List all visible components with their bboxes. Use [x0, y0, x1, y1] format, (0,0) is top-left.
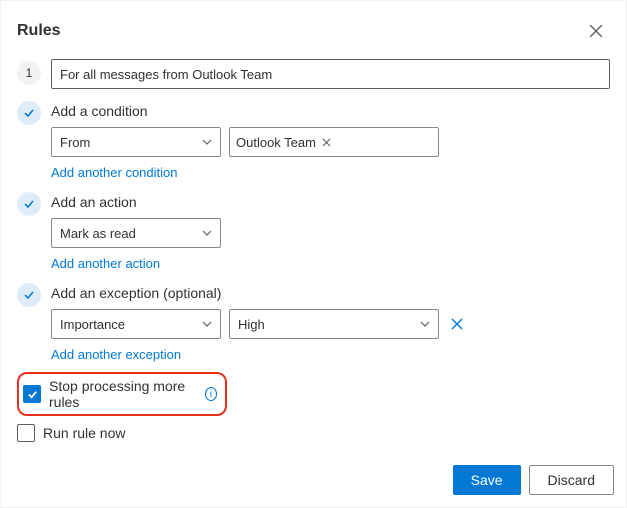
condition-field-value: From — [60, 135, 90, 150]
close-icon — [589, 24, 603, 38]
check-icon — [23, 289, 35, 301]
exception-value-select[interactable]: High — [229, 309, 439, 339]
exception-field-value: Importance — [60, 317, 125, 332]
exception-value: High — [238, 317, 265, 332]
exception-check-badge — [17, 283, 41, 307]
condition-value-input[interactable]: Outlook Team — [229, 127, 439, 157]
dialog-footer: Save Discard — [453, 465, 614, 495]
condition-value-token: Outlook Team — [236, 135, 316, 150]
stop-processing-checkbox[interactable] — [23, 385, 41, 403]
exception-section: Add an exception (optional) Importance H… — [17, 281, 610, 362]
rules-dialog: Rules 1 Add a condition From — [0, 0, 627, 508]
add-condition-link[interactable]: Add another condition — [51, 165, 177, 180]
condition-label: Add a condition — [51, 103, 610, 119]
condition-section: Add a condition From Outlook Team Add an… — [17, 99, 610, 180]
token-remove-button[interactable] — [322, 134, 331, 150]
run-now-label: Run rule now — [43, 425, 126, 441]
close-icon — [451, 318, 463, 330]
rule-name-input[interactable] — [51, 59, 610, 89]
chevron-down-icon — [202, 226, 212, 241]
dialog-body: 1 Add a condition From Outlook Team — [13, 53, 614, 442]
action-section: Add an action Mark as read Add another a… — [17, 190, 610, 271]
chevron-down-icon — [202, 317, 212, 332]
stop-processing-highlight: Stop processing more rules i — [17, 372, 227, 416]
run-now-checkbox[interactable] — [17, 424, 35, 442]
action-field-value: Mark as read — [60, 226, 136, 241]
stop-processing-label: Stop processing more rules — [49, 378, 197, 410]
add-action-link[interactable]: Add another action — [51, 256, 160, 271]
check-icon — [27, 389, 38, 400]
action-field-select[interactable]: Mark as read — [51, 218, 221, 248]
dialog-title: Rules — [17, 22, 61, 40]
condition-field-select[interactable]: From — [51, 127, 221, 157]
condition-check-badge — [17, 101, 41, 125]
action-label: Add an action — [51, 194, 610, 210]
dialog-header: Rules — [13, 17, 614, 53]
action-check-badge — [17, 192, 41, 216]
close-button[interactable] — [582, 17, 610, 45]
chevron-down-icon — [420, 317, 430, 332]
remove-exception-button[interactable] — [447, 314, 467, 334]
exception-label: Add an exception (optional) — [51, 285, 610, 301]
check-icon — [23, 198, 35, 210]
save-button[interactable]: Save — [453, 465, 521, 495]
info-icon[interactable]: i — [205, 387, 217, 401]
run-now-row: Run rule now — [17, 424, 610, 442]
check-icon — [23, 107, 35, 119]
discard-button[interactable]: Discard — [529, 465, 614, 495]
chevron-down-icon — [202, 135, 212, 150]
step-badge: 1 — [17, 61, 41, 85]
add-exception-link[interactable]: Add another exception — [51, 347, 181, 362]
exception-field-select[interactable]: Importance — [51, 309, 221, 339]
rule-name-row: 1 — [17, 59, 610, 89]
